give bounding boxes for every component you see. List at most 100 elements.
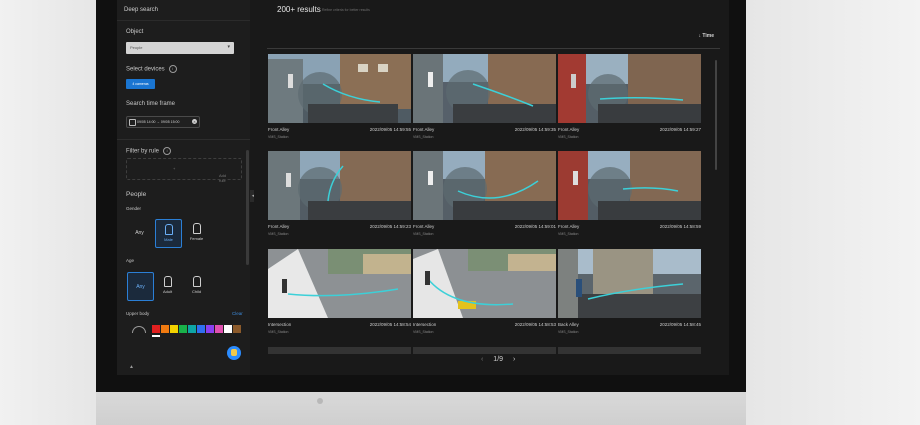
- sidebar-divider: [117, 139, 250, 140]
- result-location: Front Alley: [558, 127, 580, 132]
- age-option-child[interactable]: Child: [184, 272, 209, 299]
- result-thumbnail[interactable]: [268, 54, 411, 123]
- time-frame-value: 09/05 14:00 → 09/05 15:00: [137, 120, 180, 124]
- result-location: Intersection: [413, 322, 437, 327]
- adult-icon: [163, 276, 172, 287]
- sort-by-time-button[interactable]: ↓ Time: [699, 33, 714, 39]
- result-thumbnail[interactable]: [413, 151, 556, 220]
- result-location: Front Alley: [413, 127, 435, 132]
- filter-rule-label: Filter by rule i: [126, 147, 172, 155]
- color-swatch-purple[interactable]: [206, 325, 214, 333]
- sidebar-scrollbar[interactable]: [246, 150, 249, 265]
- background-right: [746, 0, 920, 425]
- result-thumbnail[interactable]: [558, 347, 701, 354]
- results-panel: 200+ results Refine criteria for better …: [254, 0, 729, 375]
- male-icon: [164, 224, 173, 235]
- time-frame-field[interactable]: 09/05 14:00 → 09/05 15:00 ×: [126, 116, 200, 128]
- color-swatch-pink[interactable]: [215, 325, 223, 333]
- search-sidebar: Deep search Object People ▾ Select devic…: [117, 0, 250, 375]
- monitor-logo-dot: [317, 398, 323, 404]
- color-swatch-teal[interactable]: [188, 325, 196, 333]
- result-timestamp: 2022/09/05 14:59:55: [369, 127, 411, 132]
- object-label: Object: [126, 29, 144, 35]
- result-device: VMS_Station: [268, 330, 289, 334]
- result-thumbnail[interactable]: [558, 151, 701, 220]
- color-swatch-yellow[interactable]: [170, 325, 178, 333]
- info-icon: i: [168, 65, 177, 73]
- age-option-any[interactable]: Any: [127, 272, 154, 301]
- people-section-title: People: [126, 191, 147, 198]
- sidebar-title: Deep search: [117, 0, 250, 21]
- results-scrollbar[interactable]: [715, 60, 717, 170]
- color-swatch-orange[interactable]: [161, 325, 169, 333]
- age-option-adult[interactable]: Adult: [155, 272, 180, 299]
- add-rule-button[interactable]: + Add rule: [126, 158, 242, 183]
- result-thumbnail[interactable]: [268, 151, 411, 220]
- result-location: Front Alley: [268, 127, 290, 132]
- monitor-chin: [96, 392, 746, 425]
- result-location: Front Alley: [558, 224, 580, 229]
- assistant-icon: [231, 349, 237, 356]
- result-thumbnail[interactable]: [558, 249, 701, 318]
- gender-option-any[interactable]: Any: [127, 219, 152, 246]
- collapse-up-icon[interactable]: ▲: [129, 364, 134, 370]
- result-timestamp: 2022/09/05 14:59:01: [514, 224, 556, 229]
- color-swatch-red[interactable]: [152, 325, 160, 333]
- result-device: VMS_Station: [413, 330, 434, 334]
- results-divider: [267, 48, 720, 49]
- result-device: VMS_Station: [413, 232, 434, 236]
- prev-page-button[interactable]: ‹: [481, 356, 483, 363]
- gender-option-male[interactable]: Male: [155, 219, 182, 248]
- results-grid: Front Alley 2022/09/05 14:59:55 VMS_Stat…: [268, 54, 708, 354]
- color-swatch-brown[interactable]: [233, 325, 241, 333]
- result-timestamp: 2022/09/05 14:58:54: [369, 322, 411, 327]
- result-device: VMS_Station: [558, 330, 579, 334]
- result-device: VMS_Station: [558, 135, 579, 139]
- result-thumbnail[interactable]: [558, 54, 701, 123]
- object-select-value: People: [130, 45, 143, 50]
- results-count: 200+ results: [277, 5, 321, 14]
- calendar-icon: [129, 119, 136, 126]
- pagination: ‹ 1/9 ›: [477, 356, 519, 363]
- select-cameras-button[interactable]: 4 cameras: [126, 79, 155, 89]
- gender-label: Gender: [126, 206, 142, 211]
- result-timestamp: 2022/09/05 14:58:45: [659, 322, 701, 327]
- assistant-fab-button[interactable]: [227, 346, 241, 360]
- background-left: [0, 0, 96, 425]
- result-thumbnail[interactable]: [268, 249, 411, 318]
- color-swatch-white[interactable]: [224, 325, 232, 333]
- result-device: VMS_Station: [268, 135, 289, 139]
- next-page-button[interactable]: ›: [513, 356, 515, 363]
- result-location: Front Alley: [413, 224, 435, 229]
- female-icon: [192, 223, 201, 234]
- result-timestamp: 2022/09/05 14:58:53: [514, 322, 556, 327]
- result-timestamp: 2022/09/05 14:58:59: [659, 224, 701, 229]
- result-timestamp: 2022/09/05 14:59:23: [369, 224, 411, 229]
- gender-option-female[interactable]: Female: [184, 219, 209, 246]
- page-indicator: 1/9: [493, 356, 504, 363]
- time-frame-label: Search time frame: [126, 101, 176, 107]
- upper-body-label: Upper body: [126, 311, 150, 316]
- info-icon: i: [163, 147, 172, 155]
- object-select[interactable]: People ▾: [126, 42, 234, 54]
- result-timestamp: 2022/09/05 14:59:27: [659, 127, 701, 132]
- chevron-down-icon: ▾: [227, 44, 230, 50]
- child-icon: [192, 276, 201, 287]
- app-screen: Deep search Object People ▾ Select devic…: [117, 0, 729, 375]
- result-thumbnail[interactable]: [413, 54, 556, 123]
- result-thumbnail[interactable]: [268, 347, 411, 354]
- result-location: Front Alley: [268, 224, 290, 229]
- result-location: Back Alley: [558, 322, 579, 327]
- clear-time-icon[interactable]: ×: [192, 119, 197, 124]
- color-swatch-green[interactable]: [179, 325, 187, 333]
- clear-colors-link[interactable]: Clear: [232, 311, 243, 316]
- color-swatch-blue[interactable]: [197, 325, 205, 333]
- result-thumbnail[interactable]: [413, 347, 556, 354]
- result-device: VMS_Station: [268, 232, 289, 236]
- result-location: Intersection: [268, 322, 292, 327]
- result-device: VMS_Station: [413, 135, 434, 139]
- add-rule-label: + Add rule: [173, 166, 227, 183]
- color-intensity-icon: [132, 326, 146, 333]
- result-device: VMS_Station: [558, 232, 579, 236]
- result-thumbnail[interactable]: [413, 249, 556, 318]
